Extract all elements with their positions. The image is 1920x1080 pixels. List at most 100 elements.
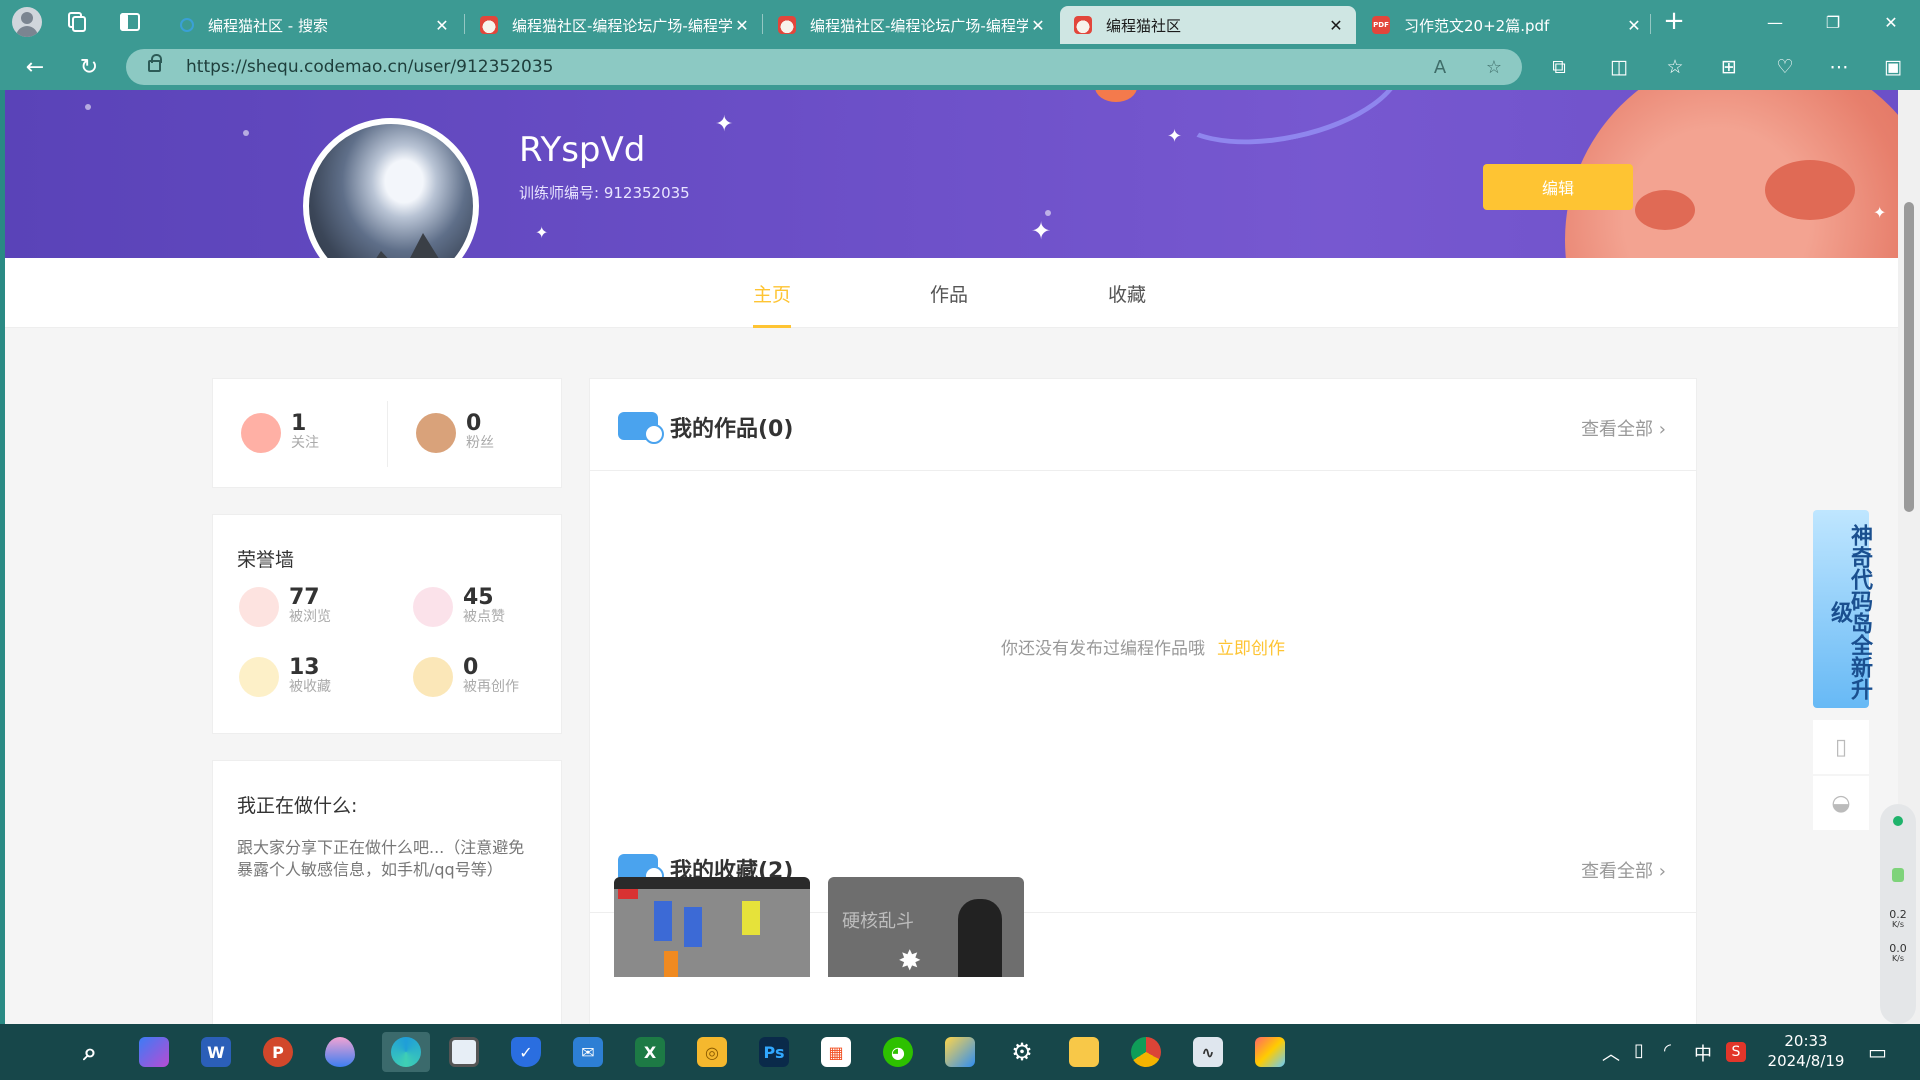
excel-icon[interactable]: X [630, 1032, 670, 1072]
collected-label: 被收藏 [289, 679, 331, 695]
tab-collections[interactable]: 收藏 [1108, 280, 1146, 325]
address-url[interactable]: https://shequ.codemao.cn/user/912352035 [186, 57, 553, 77]
read-aloud-icon[interactable]: A [1428, 55, 1452, 79]
vertical-tabs-icon[interactable] [118, 10, 142, 34]
sidebar-toggle-icon[interactable]: ▣ [1880, 54, 1906, 80]
back-icon[interactable]: ← [20, 52, 50, 82]
copilot-icon[interactable] [134, 1032, 174, 1072]
usb-icon[interactable]: ▯ [1634, 1040, 1644, 1061]
powerpoint-icon[interactable]: P [258, 1032, 298, 1072]
wechat-icon[interactable]: ◕ [878, 1032, 918, 1072]
collected-stat: 13 被收藏 [239, 657, 331, 697]
honor-wall-title: 荣誉墙 [237, 549, 295, 571]
collections-view-all-link[interactable]: 查看全部 › [1581, 857, 1666, 883]
following-icon [241, 413, 281, 453]
browser-essentials-icon[interactable]: ♡ [1772, 54, 1798, 80]
code-island-promo-banner[interactable]: 神奇代码岛全新升级 [1813, 510, 1872, 708]
honor-wall-card: 荣誉墙 77 被浏览 45 被点赞 13 被收藏 0 被再创作 [212, 514, 562, 734]
view-all-label: 查看全部 [1581, 419, 1654, 440]
likes-label: 被点赞 [463, 609, 505, 625]
extensions-icon[interactable]: ⧉ [1546, 54, 1572, 80]
sparkle-icon: ✦ [535, 223, 549, 242]
search-icon[interactable]: ⌕ [70, 1032, 110, 1072]
file-explorer-icon[interactable] [1064, 1032, 1104, 1072]
favorites-icon[interactable]: ☆ [1662, 54, 1688, 80]
thumbnail-text: 硬核乱斗 [842, 911, 914, 932]
system-clock[interactable]: 20:33 2024/8/19 [1756, 1031, 1856, 1071]
following-stat[interactable]: 1 关注 [241, 413, 319, 453]
photos-icon[interactable] [940, 1032, 980, 1072]
like-icon [413, 587, 453, 627]
browser-tab-strip: 编程猫社区 - 搜索 ✕ 编程猫社区-编程论坛广场-编程学 ✕ 编程猫社区-编程… [0, 0, 1920, 44]
clock-time: 20:33 [1784, 1032, 1828, 1050]
works-view-all-link[interactable]: 查看全部 › [1581, 415, 1666, 441]
sparkle-icon: ✦ [1031, 217, 1052, 245]
outlook-icon[interactable]: ✉ [568, 1032, 608, 1072]
tab-home[interactable]: 主页 [753, 280, 792, 328]
chrome-icon[interactable] [1126, 1032, 1166, 1072]
collected-count: 13 [289, 655, 320, 680]
settings-icon[interactable]: ⚙ [1002, 1032, 1042, 1072]
favorite-star-icon[interactable]: ☆ [1482, 55, 1506, 79]
followers-icon [416, 413, 456, 453]
tab-forum-2[interactable]: 编程猫社区-编程论坛广场-编程学 ✕ [764, 6, 1058, 44]
qq-icon[interactable]: ◒ [1813, 776, 1869, 830]
works-icon [618, 412, 664, 444]
task-manager-icon[interactable]: ∿ [1188, 1032, 1228, 1072]
views-count: 77 [289, 585, 320, 610]
close-icon[interactable]: ✕ [432, 16, 452, 35]
scrollbar-thumb[interactable] [1904, 202, 1914, 512]
followers-label: 粉丝 [466, 435, 494, 451]
tab-codemao-active[interactable]: 编程猫社区 ✕ [1060, 6, 1356, 44]
new-tab-button[interactable]: + [1660, 8, 1688, 36]
tab-title: 编程猫社区-编程论坛广场-编程学 [810, 16, 1028, 35]
close-icon[interactable]: ✕ [1028, 16, 1048, 35]
collection-thumbnail-1[interactable] [614, 877, 810, 977]
mobile-icon[interactable]: ▯ [1813, 720, 1869, 774]
photo-app-icon[interactable] [444, 1032, 484, 1072]
split-screen-icon[interactable]: ◫ [1606, 54, 1632, 80]
tab-title: 编程猫社区-编程论坛广场-编程学 [512, 16, 732, 35]
profile-avatar-icon[interactable] [12, 7, 42, 37]
followers-stat[interactable]: 0 粉丝 [416, 413, 494, 453]
input-method-indicator[interactable]: 中 [1694, 1040, 1712, 1066]
start-button[interactable] [10, 1032, 50, 1072]
remix-label: 被再创作 [463, 679, 519, 695]
edit-profile-button[interactable]: 编辑 [1483, 164, 1633, 210]
restore-button[interactable]: ❐ [1804, 0, 1862, 44]
tab-forum-1[interactable]: 编程猫社区-编程论坛广场-编程学 ✕ [466, 6, 762, 44]
workspaces-icon[interactable] [64, 10, 88, 34]
status-input[interactable]: 跟大家分享下正在做什么吧...（注意避免暴露个人敏感信息，如手机/qq号等） [237, 837, 537, 881]
collection-thumbnail-2[interactable]: 硬核乱斗 ✸ [828, 877, 1024, 977]
refresh-icon[interactable]: ↻ [74, 52, 104, 82]
close-window-button[interactable]: ✕ [1862, 0, 1920, 44]
create-now-link[interactable]: 立即创作 [1217, 639, 1285, 659]
close-icon[interactable]: ✕ [1326, 16, 1346, 35]
wifi-icon[interactable]: ◜ [1664, 1040, 1671, 1061]
remix-count: 0 [463, 655, 479, 680]
profile-banner: ✦ ✦ ✦ ✦ ✦ RYspVd 训练师编号: 912352035 编辑 [5, 90, 1898, 258]
address-bar[interactable]: https://shequ.codemao.cn/user/912352035 … [126, 49, 1522, 85]
sogou-ime-icon[interactable]: S [1726, 1042, 1746, 1062]
more-menu-icon[interactable]: ⋯ [1826, 54, 1852, 80]
tab-pdf[interactable]: PDF 习作范文20+2篇.pdf ✕ [1358, 6, 1654, 44]
defender-icon[interactable]: ✓ [506, 1032, 546, 1072]
minimize-button[interactable]: — [1746, 0, 1804, 44]
paint-drop-icon[interactable] [320, 1032, 360, 1072]
tab-search[interactable]: 编程猫社区 - 搜索 ✕ [166, 6, 462, 44]
close-icon[interactable]: ✕ [732, 16, 752, 35]
close-icon[interactable]: ✕ [1624, 16, 1644, 35]
edge-browser-icon[interactable] [382, 1032, 430, 1072]
drawing-app-icon[interactable] [1250, 1032, 1290, 1072]
sticky-app-icon[interactable]: ◎ [692, 1032, 732, 1072]
notifications-icon[interactable]: ▭ [1868, 1040, 1887, 1064]
tab-works[interactable]: 作品 [930, 280, 968, 325]
word-icon[interactable]: W [196, 1032, 236, 1072]
show-hidden-icons[interactable]: ︿ [1602, 1040, 1620, 1066]
codemao-icon [1074, 16, 1092, 34]
microsoft-store-icon[interactable]: ▦ [816, 1032, 856, 1072]
photoshop-icon[interactable]: Ps [754, 1032, 794, 1072]
works-section-header: 我的作品(0) 查看全部 › [590, 379, 1696, 471]
collections-icon[interactable]: ⊞ [1716, 54, 1742, 80]
tab-title: 编程猫社区 - 搜索 [208, 16, 328, 35]
